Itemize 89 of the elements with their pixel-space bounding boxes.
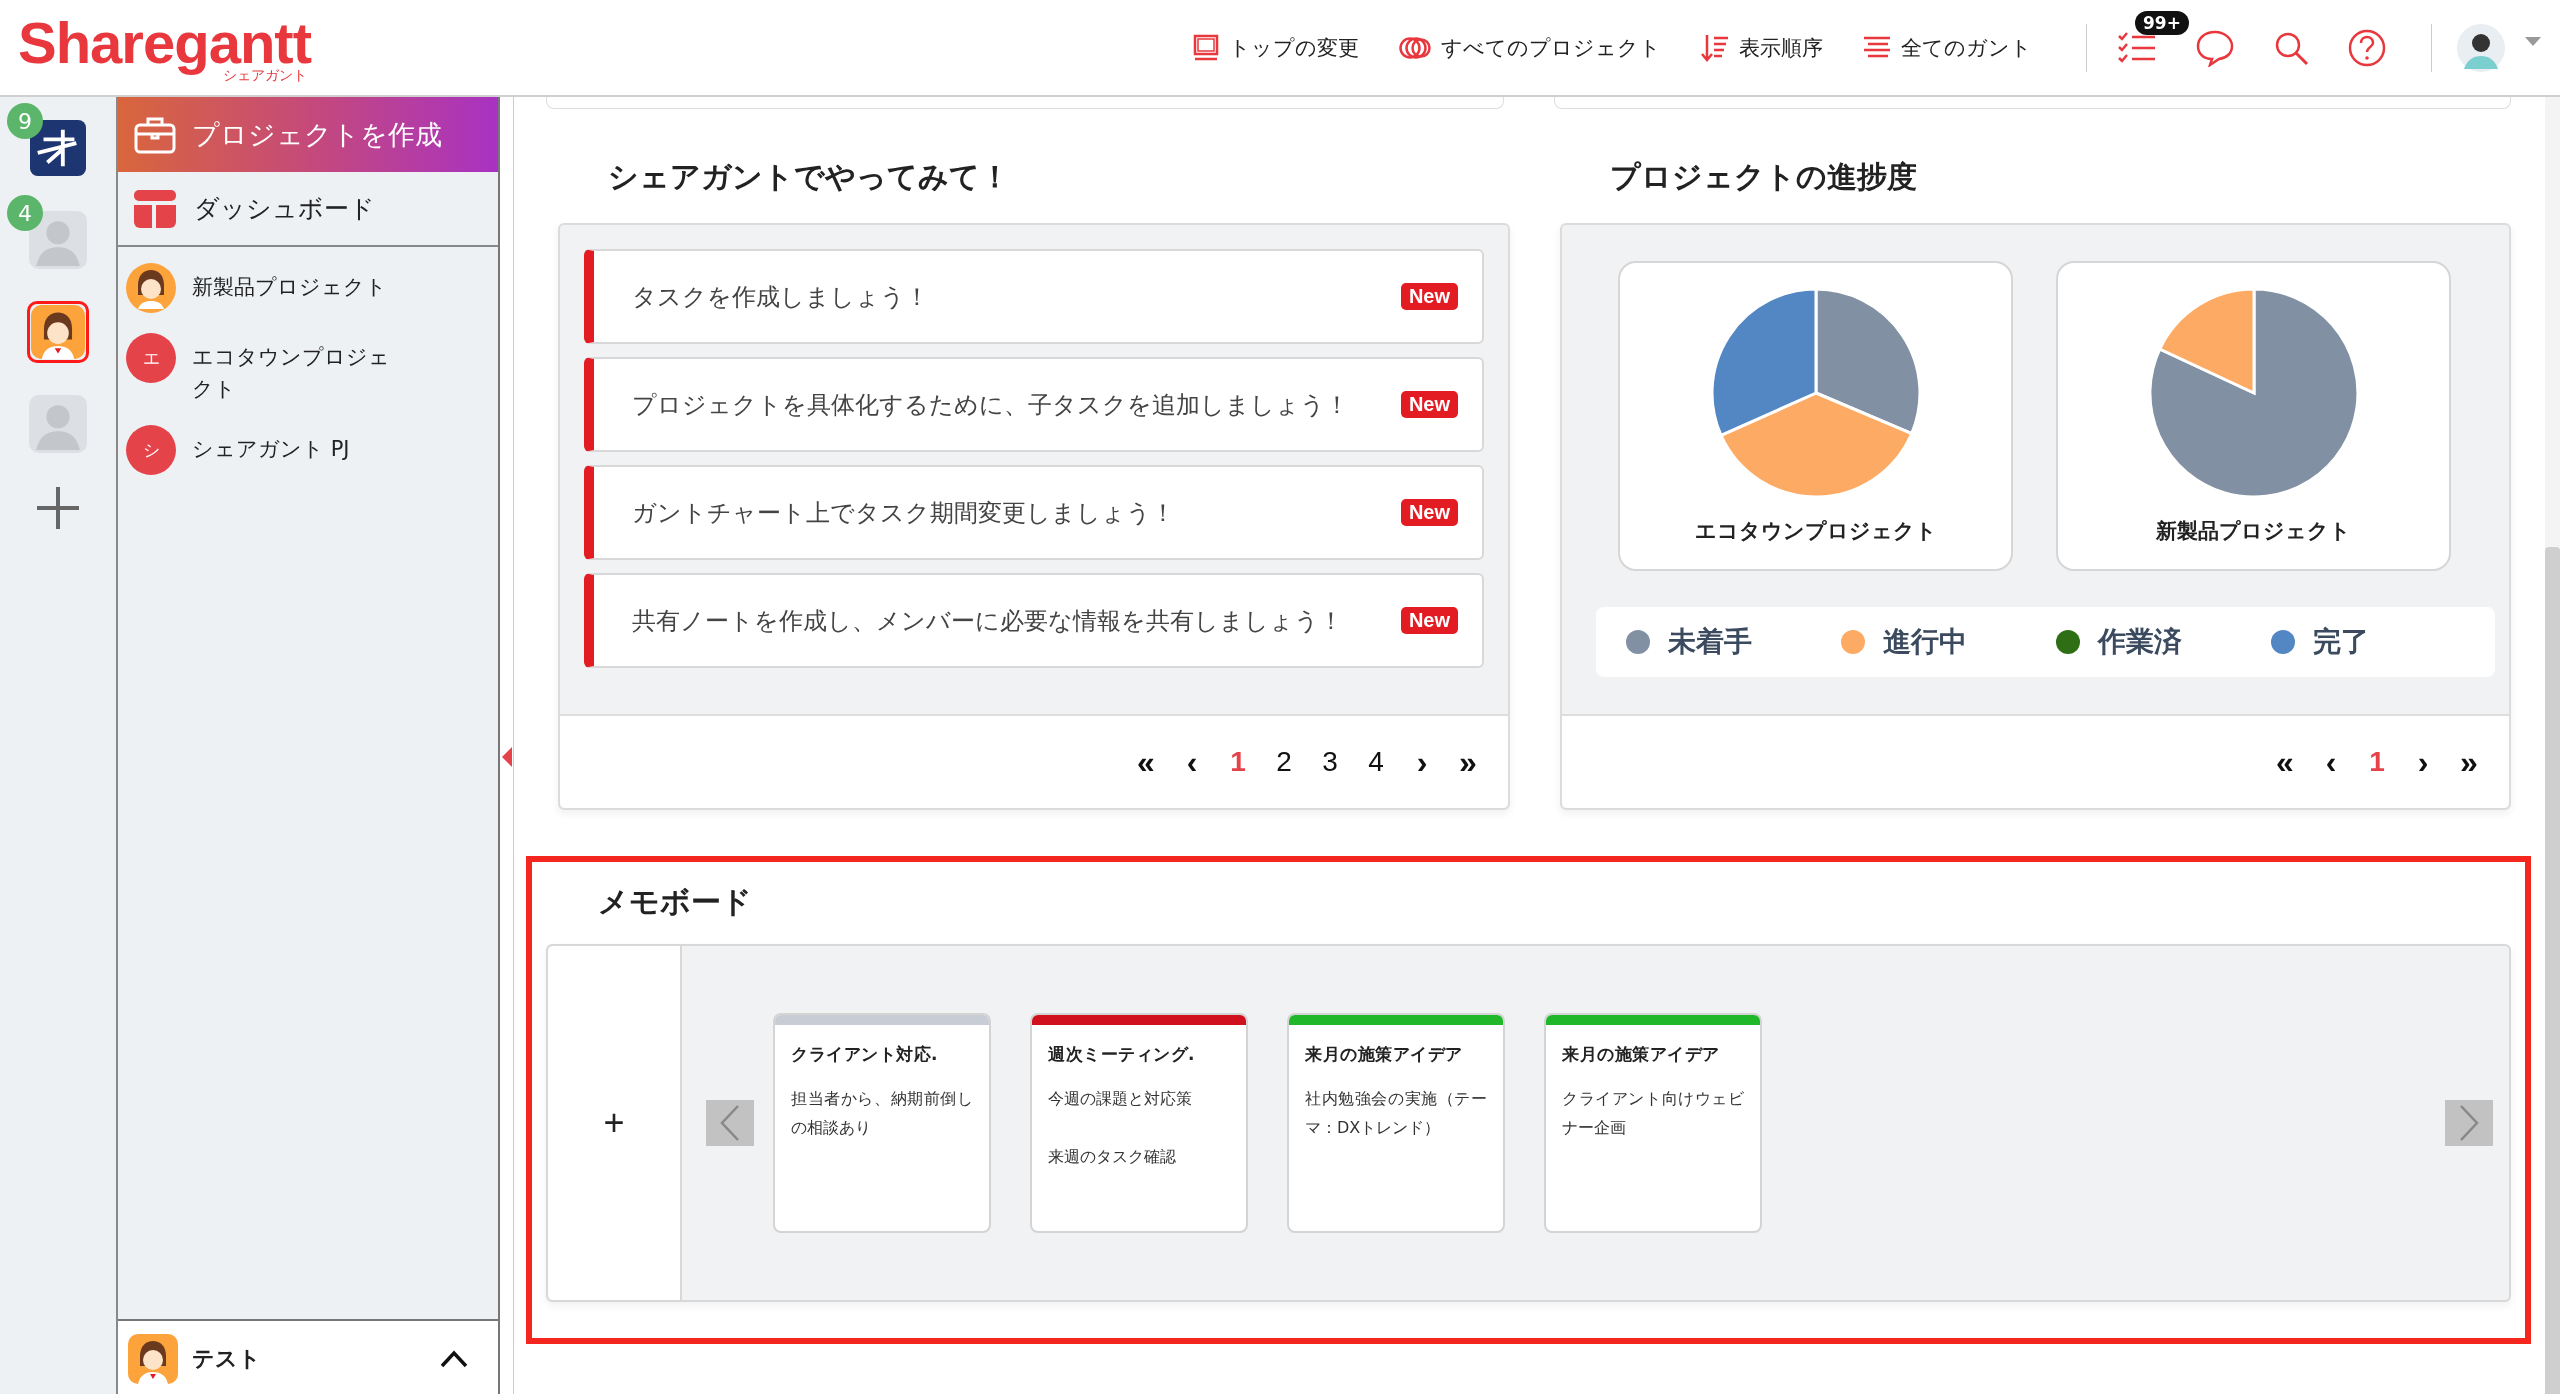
legend-label: 未着手 [1668,624,1752,660]
briefcase-icon [134,115,176,154]
last-page-button[interactable]: » [2449,743,2489,781]
frame-icon [1193,33,1219,62]
previous-page-button[interactable]: ‹ [2311,743,2351,781]
project-initial-avatar: エ [126,333,176,383]
user-avatar-icon [2456,22,2506,73]
chevron-right-icon [2459,1105,2479,1141]
new-badge: New [1400,391,1458,418]
create-project-button[interactable]: プロジェクトを作成 [118,97,498,172]
account-menu-button[interactable] [2456,22,2542,73]
first-page-button[interactable]: « [2265,743,2305,781]
page-button[interactable]: 1 [1218,746,1258,778]
note-title: 来月の施策アイデア [1562,1043,1721,1066]
count-badge: 4 [7,195,43,231]
character-avatar [126,263,176,313]
next-page-button[interactable]: › [1402,743,1442,781]
collapse-arrow-icon[interactable] [502,747,512,767]
note-title: クライアント対応. [791,1043,939,1066]
memo-note[interactable]: 来月の施策アイデア クライアント向けウェビナー企画 [1544,1013,1762,1233]
legend-label: 完了 [2313,624,2369,660]
pie-label: エコタウンプロジェクト [1694,518,1937,545]
rings-icon [1399,35,1431,60]
count-badge: 9 [7,103,43,139]
notification-badge: 99+ [2135,10,2189,35]
section-title: シェアガントでやってみて！ [608,158,1011,196]
project-pie-card[interactable]: エコタウンプロジェクト [1618,261,2013,571]
dashboard-icon [132,187,178,230]
new-badge: New [1400,607,1458,634]
note-text: 担当者から、納期前倒しの相談あり [791,1088,973,1139]
chat-button[interactable] [2195,28,2235,67]
sort-icon [1701,32,1729,63]
memo-note[interactable]: 来月の施策アイデア 社内勉強会の実施（テーマ：DXトレンド） [1287,1013,1505,1233]
memo-note[interactable]: クライアント対応. 担当者から、納期前倒しの相談あり [773,1013,991,1233]
add-memo-button[interactable]: + [548,946,682,1300]
legend-label: 作業済 [2098,624,2182,660]
nav-link[interactable]: 全てのガント [1863,33,2032,62]
speech-bubble-icon [2195,28,2235,67]
nav-link[interactable]: 表示順序 [1701,32,1823,63]
page-button[interactable]: 1 [2357,746,2397,778]
first-page-button[interactable]: « [1126,743,1166,781]
last-page-button[interactable]: » [1448,743,1488,781]
page-button[interactable]: 3 [1310,746,1350,778]
section-title: メモボード [598,883,753,921]
project-link[interactable]: エ エコタウンプロジェクト [126,333,490,405]
project-link[interactable]: 新製品プロジェクト [126,263,490,313]
workspace-button[interactable] [27,301,89,363]
section-title: プロジェクトの進捗度 [1610,158,1918,196]
note-text: 来週のタスク確認 [1048,1146,1177,1168]
project-link[interactable]: シ シェアガント PJ [126,425,490,475]
memo-note[interactable]: 週次ミーティング. 今週の課題と対応策 来週のタスク確認 [1030,1013,1248,1233]
chevron-up-icon [440,1350,468,1368]
page-button[interactable]: 4 [1356,746,1396,778]
checklist-icon [2117,30,2157,65]
help-icon [2347,27,2387,68]
add-workspace-button[interactable] [35,485,81,531]
note-text: 社内勉強会の実施（テーマ：DXトレンド） [1305,1088,1487,1139]
plus-icon [35,485,81,531]
help-button[interactable] [2347,27,2387,68]
tip-item[interactable]: タスクを作成しましょう！ New [584,249,1484,344]
note-text: クライアント向けウェビナー企画 [1562,1088,1744,1139]
note-title: 週次ミーティング. [1048,1043,1196,1066]
new-badge: New [1400,499,1458,526]
next-page-button[interactable]: › [2403,743,2443,781]
project-initial-avatar: シ [126,425,176,475]
character-avatar [31,305,85,359]
note-text: 今週の課題と対応策 [1048,1088,1193,1110]
note-title: 来月の施策アイデア [1305,1043,1464,1066]
lines-icon [1863,35,1891,60]
scrollbar[interactable] [2545,547,2560,1394]
account-name: テスト [192,1345,261,1373]
new-badge: New [1400,283,1458,310]
previous-page-button[interactable]: ‹ [1172,743,1212,781]
pie-label: 新製品プロジェクト [2156,518,2351,545]
caret-icon [2524,34,2542,47]
character-avatar [128,1334,178,1384]
tip-item[interactable]: プロジェクトを具体化するために、子タスクを追加しましょう！ New [584,357,1484,452]
chevron-left-icon [720,1105,740,1141]
nav-link[interactable]: すべてのプロジェクト [1399,33,1661,62]
task-list-button[interactable] [2117,30,2157,65]
tip-item[interactable]: ガントチャート上でタスク期間変更しましょう！ New [584,465,1484,560]
legend-label: 進行中 [1883,624,1967,660]
expand-button[interactable] [440,1350,468,1368]
app-logo-icon [30,119,86,177]
page-button[interactable]: 2 [1264,746,1304,778]
dashboard-link[interactable]: ダッシュボード [118,172,498,247]
project-pie-card[interactable]: 新製品プロジェクト [2056,261,2451,571]
nav-link[interactable]: トップの変更 [1193,33,1359,62]
tip-item[interactable]: 共有ノートを作成し、メンバーに必要な情報を共有しましょう！ New [584,573,1484,668]
